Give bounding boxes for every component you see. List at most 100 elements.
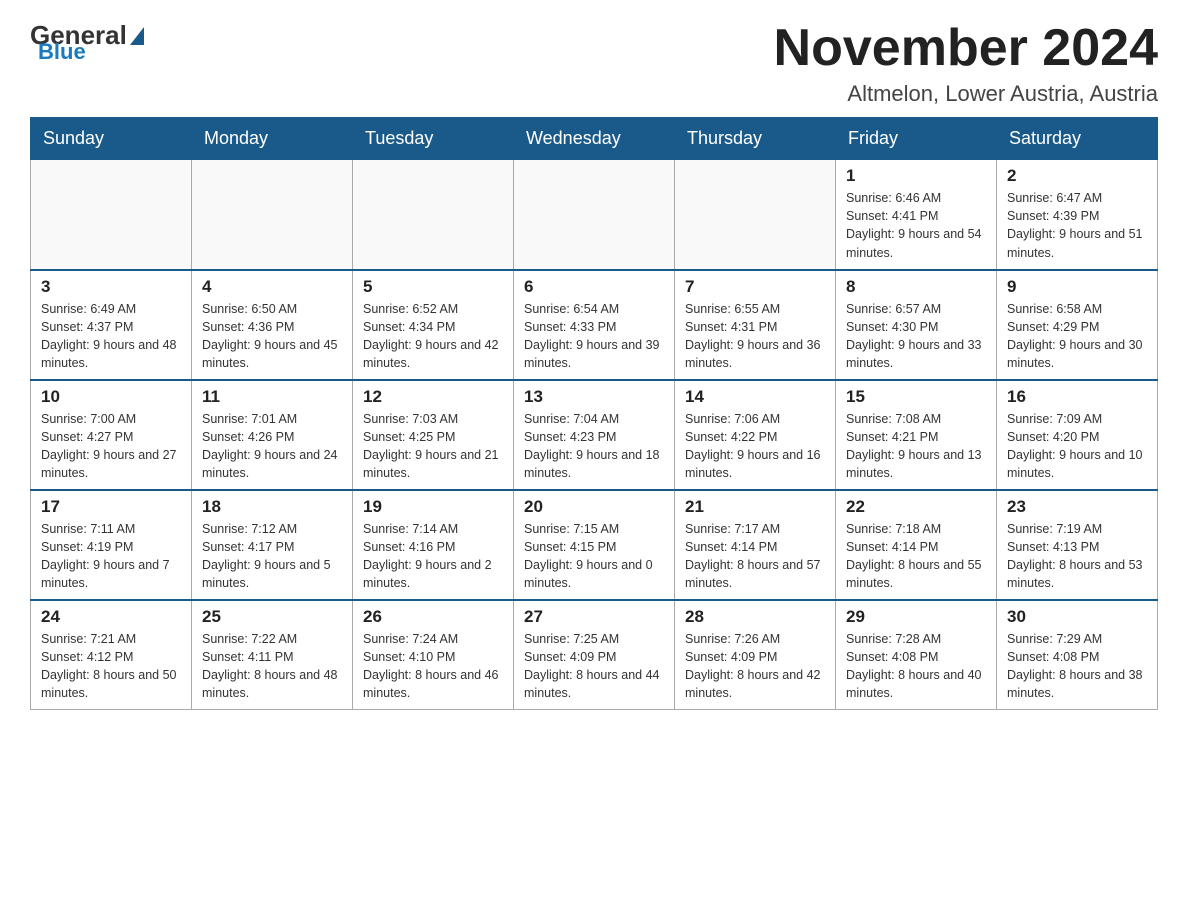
day-number: 7: [685, 277, 825, 297]
day-info: Sunrise: 7:03 AMSunset: 4:25 PMDaylight:…: [363, 410, 503, 483]
title-area: November 2024 Altmelon, Lower Austria, A…: [774, 20, 1158, 107]
col-saturday: Saturday: [997, 118, 1158, 160]
day-number: 14: [685, 387, 825, 407]
logo: General Blue: [30, 20, 147, 65]
day-number: 29: [846, 607, 986, 627]
calendar-cell: 9Sunrise: 6:58 AMSunset: 4:29 PMDaylight…: [997, 270, 1158, 380]
day-number: 23: [1007, 497, 1147, 517]
calendar-cell: 21 Sunrise: 7:17 AMSunset: 4:14 PMDayligh…: [675, 490, 836, 600]
day-info: Sunrise: 7:28 AMSunset: 4:08 PMDaylight:…: [846, 630, 986, 703]
calendar-cell: 11 Sunrise: 7:01 AMSunset: 4:26 PMDayligh…: [192, 380, 353, 490]
calendar-cell: 7 Sunrise: 6:55 AMSunset: 4:31 PMDaylight…: [675, 270, 836, 380]
day-number: 8: [846, 277, 986, 297]
calendar-cell: 14 Sunrise: 7:06 AMSunset: 4:22 PMDayligh…: [675, 380, 836, 490]
day-info: Sunrise: 7:22 AMSunset: 4:11 PMDaylight:…: [202, 630, 342, 703]
day-info: Sunrise: 6:57 AMSunset: 4:30 PMDaylight:…: [846, 300, 986, 373]
day-number: 21: [685, 497, 825, 517]
day-info: Sunrise: 6:52 AMSunset: 4:34 PMDaylight:…: [363, 300, 503, 373]
calendar-cell: 2 Sunrise: 6:47 AMSunset: 4:39 PMDaylight…: [997, 160, 1158, 270]
calendar-week-row-4: 24 Sunrise: 7:21 AMSunset: 4:12 PMDayligh…: [31, 600, 1158, 710]
calendar-cell: 26 Sunrise: 7:24 AMSunset: 4:10 PMDayligh…: [353, 600, 514, 710]
day-info: Sunrise: 6:49 AMSunset: 4:37 PMDaylight:…: [41, 300, 181, 373]
calendar-week-row-0: 1Sunrise: 6:46 AMSunset: 4:41 PMDaylight…: [31, 160, 1158, 270]
day-info: Sunrise: 6:47 AMSunset: 4:39 PMDaylight:…: [1007, 189, 1147, 262]
day-number: 16: [1007, 387, 1147, 407]
day-info: Sunrise: 7:25 AMSunset: 4:09 PMDaylight:…: [524, 630, 664, 703]
day-info: Sunrise: 7:24 AMSunset: 4:10 PMDaylight:…: [363, 630, 503, 703]
calendar-week-row-2: 10Sunrise: 7:00 AMSunset: 4:27 PMDayligh…: [31, 380, 1158, 490]
day-number: 5: [363, 277, 503, 297]
day-number: 28: [685, 607, 825, 627]
calendar-cell: 4 Sunrise: 6:50 AMSunset: 4:36 PMDaylight…: [192, 270, 353, 380]
day-info: Sunrise: 7:12 AMSunset: 4:17 PMDaylight:…: [202, 520, 342, 593]
day-info: Sunrise: 7:26 AMSunset: 4:09 PMDaylight:…: [685, 630, 825, 703]
day-number: 3: [41, 277, 181, 297]
calendar-cell: [353, 160, 514, 270]
calendar-cell: 18Sunrise: 7:12 AMSunset: 4:17 PMDayligh…: [192, 490, 353, 600]
calendar-cell: 23 Sunrise: 7:19 AMSunset: 4:13 PMDayligh…: [997, 490, 1158, 600]
day-info: Sunrise: 7:11 AMSunset: 4:19 PMDaylight:…: [41, 520, 181, 593]
page-header: General Blue November 2024 Altmelon, Low…: [30, 20, 1158, 107]
day-number: 12: [363, 387, 503, 407]
day-info: Sunrise: 7:09 AMSunset: 4:20 PMDaylight:…: [1007, 410, 1147, 483]
day-number: 26: [363, 607, 503, 627]
day-number: 20: [524, 497, 664, 517]
col-thursday: Thursday: [675, 118, 836, 160]
day-info: Sunrise: 6:55 AMSunset: 4:31 PMDaylight:…: [685, 300, 825, 373]
day-number: 15: [846, 387, 986, 407]
calendar-cell: 28 Sunrise: 7:26 AMSunset: 4:09 PMDayligh…: [675, 600, 836, 710]
calendar-cell: 24 Sunrise: 7:21 AMSunset: 4:12 PMDayligh…: [31, 600, 192, 710]
calendar-week-row-3: 17 Sunrise: 7:11 AMSunset: 4:19 PMDayligh…: [31, 490, 1158, 600]
day-info: Sunrise: 7:04 AMSunset: 4:23 PMDaylight:…: [524, 410, 664, 483]
col-wednesday: Wednesday: [514, 118, 675, 160]
calendar-cell: 5 Sunrise: 6:52 AMSunset: 4:34 PMDaylight…: [353, 270, 514, 380]
calendar-cell: [31, 160, 192, 270]
calendar-cell: 16 Sunrise: 7:09 AMSunset: 4:20 PMDayligh…: [997, 380, 1158, 490]
day-number: 6: [524, 277, 664, 297]
month-title: November 2024: [774, 20, 1158, 77]
day-info: Sunrise: 7:29 AMSunset: 4:08 PMDaylight:…: [1007, 630, 1147, 703]
calendar-cell: 30 Sunrise: 7:29 AMSunset: 4:08 PMDayligh…: [997, 600, 1158, 710]
col-monday: Monday: [192, 118, 353, 160]
calendar-cell: 29 Sunrise: 7:28 AMSunset: 4:08 PMDayligh…: [836, 600, 997, 710]
logo-blue-text: Blue: [38, 39, 86, 65]
day-number: 9: [1007, 277, 1147, 297]
day-number: 11: [202, 387, 342, 407]
day-info: Sunrise: 7:19 AMSunset: 4:13 PMDaylight:…: [1007, 520, 1147, 593]
day-info: Sunrise: 7:21 AMSunset: 4:12 PMDaylight:…: [41, 630, 181, 703]
day-info: Sunrise: 6:54 AMSunset: 4:33 PMDaylight:…: [524, 300, 664, 373]
day-info: Sunrise: 7:18 AMSunset: 4:14 PMDaylight:…: [846, 520, 986, 593]
calendar-cell: [675, 160, 836, 270]
day-info: Sunrise: 6:46 AMSunset: 4:41 PMDaylight:…: [846, 189, 986, 262]
day-number: 30: [1007, 607, 1147, 627]
logo-triangle-icon: [130, 27, 144, 45]
calendar-cell: 15Sunrise: 7:08 AMSunset: 4:21 PMDayligh…: [836, 380, 997, 490]
day-number: 24: [41, 607, 181, 627]
day-info: Sunrise: 7:15 AMSunset: 4:15 PMDaylight:…: [524, 520, 664, 593]
calendar-cell: 19 Sunrise: 7:14 AMSunset: 4:16 PMDayligh…: [353, 490, 514, 600]
day-number: 17: [41, 497, 181, 517]
calendar-cell: 8 Sunrise: 6:57 AMSunset: 4:30 PMDaylight…: [836, 270, 997, 380]
col-sunday: Sunday: [31, 118, 192, 160]
calendar-cell: [192, 160, 353, 270]
calendar-cell: 25Sunrise: 7:22 AMSunset: 4:11 PMDayligh…: [192, 600, 353, 710]
calendar-header-row: Sunday Monday Tuesday Wednesday Thursday…: [31, 118, 1158, 160]
day-number: 19: [363, 497, 503, 517]
day-number: 2: [1007, 166, 1147, 186]
day-number: 13: [524, 387, 664, 407]
calendar-cell: 3 Sunrise: 6:49 AMSunset: 4:37 PMDaylight…: [31, 270, 192, 380]
col-tuesday: Tuesday: [353, 118, 514, 160]
calendar-week-row-1: 3 Sunrise: 6:49 AMSunset: 4:37 PMDaylight…: [31, 270, 1158, 380]
day-info: Sunrise: 7:14 AMSunset: 4:16 PMDaylight:…: [363, 520, 503, 593]
day-info: Sunrise: 7:06 AMSunset: 4:22 PMDaylight:…: [685, 410, 825, 483]
day-number: 10: [41, 387, 181, 407]
day-info: Sunrise: 7:17 AMSunset: 4:14 PMDaylight:…: [685, 520, 825, 593]
calendar-cell: 22 Sunrise: 7:18 AMSunset: 4:14 PMDayligh…: [836, 490, 997, 600]
day-number: 27: [524, 607, 664, 627]
day-number: 4: [202, 277, 342, 297]
day-info: Sunrise: 6:50 AMSunset: 4:36 PMDaylight:…: [202, 300, 342, 373]
calendar-cell: 1Sunrise: 6:46 AMSunset: 4:41 PMDaylight…: [836, 160, 997, 270]
day-number: 22: [846, 497, 986, 517]
calendar-cell: 27 Sunrise: 7:25 AMSunset: 4:09 PMDayligh…: [514, 600, 675, 710]
day-info: Sunrise: 7:01 AMSunset: 4:26 PMDaylight:…: [202, 410, 342, 483]
